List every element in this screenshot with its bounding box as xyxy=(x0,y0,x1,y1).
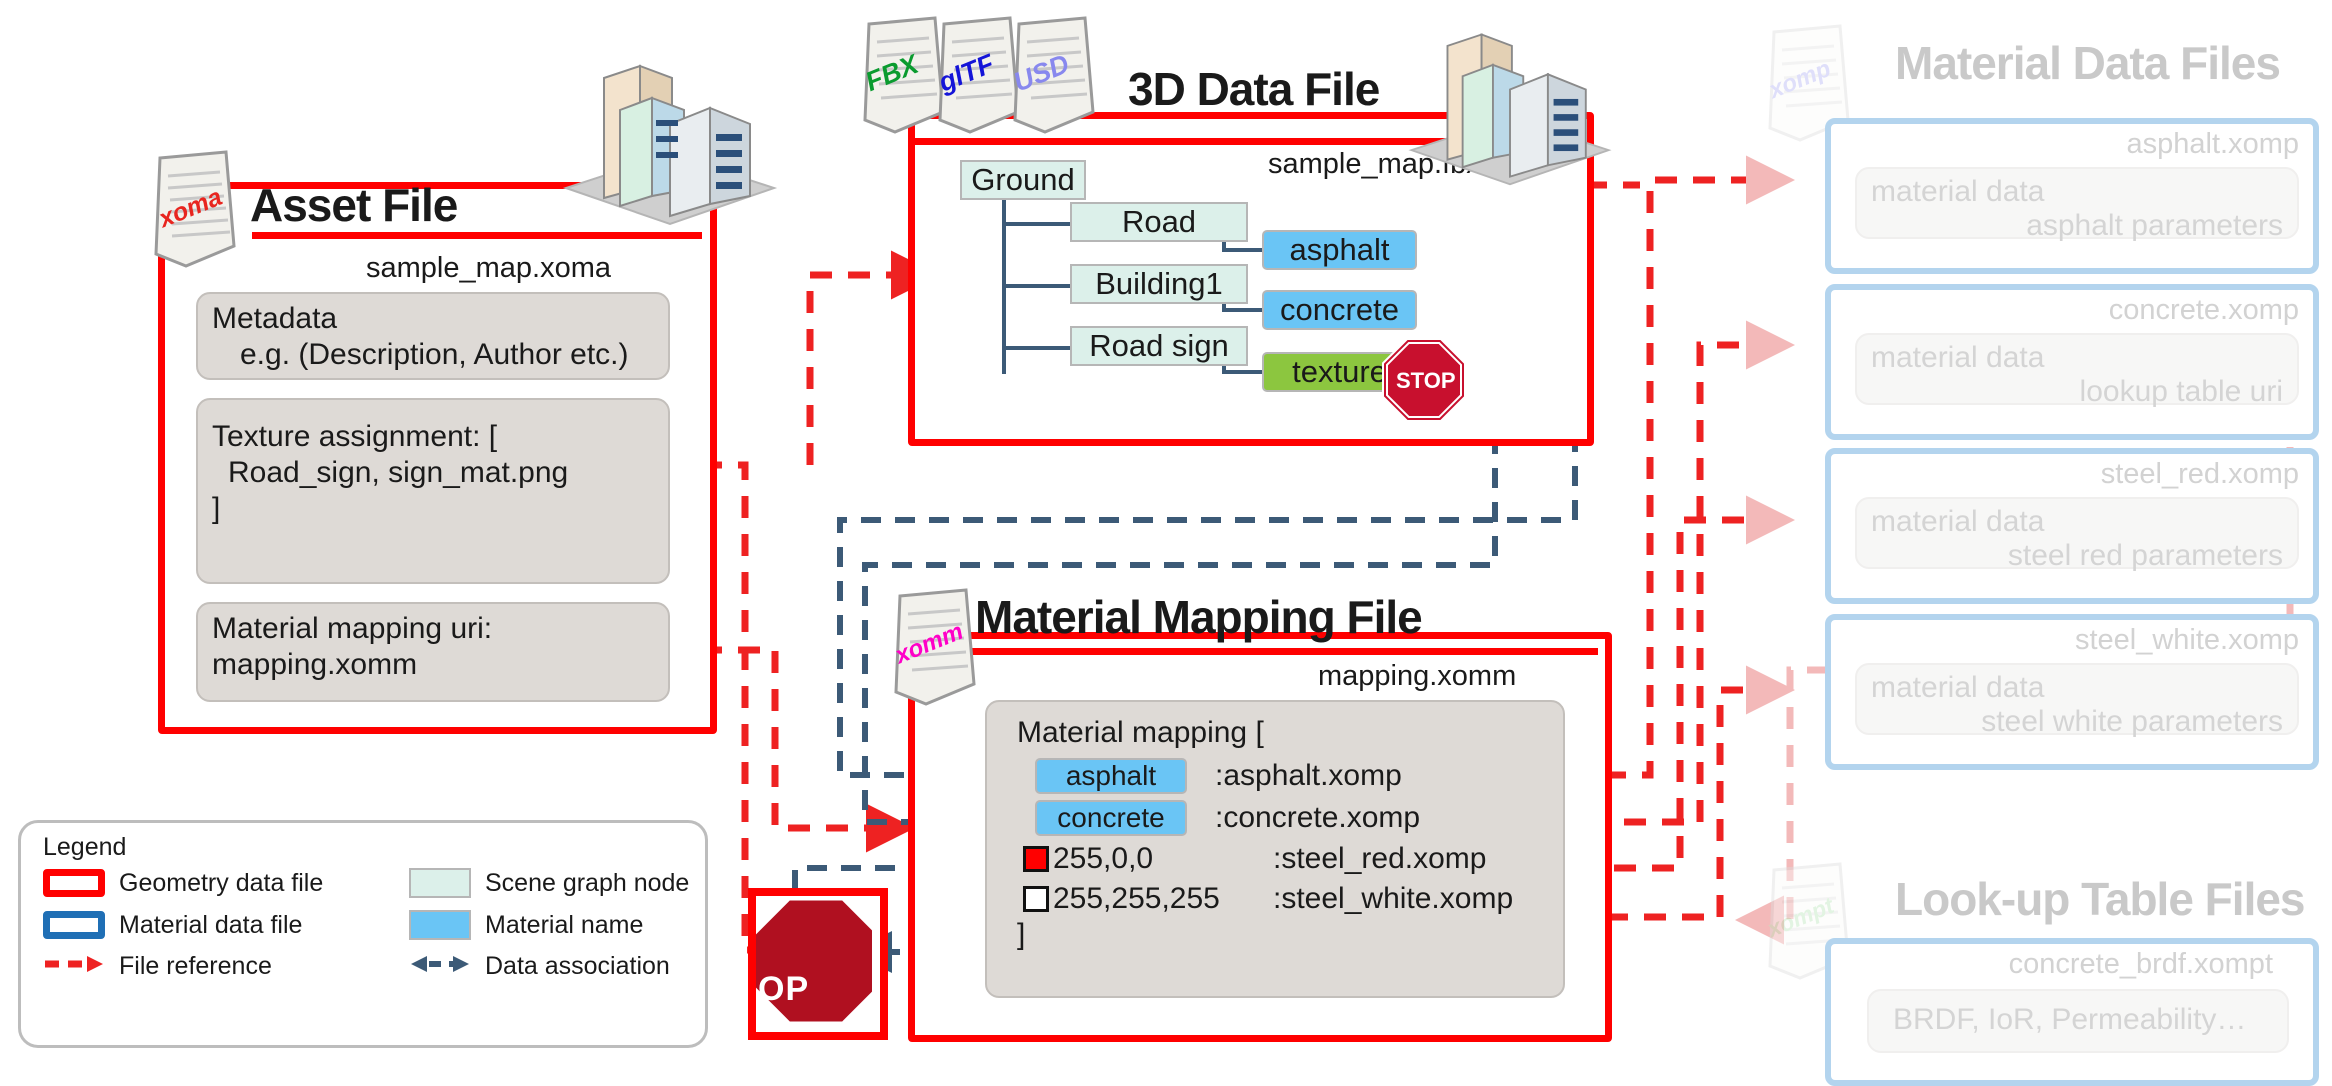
mapping-key-steel-white: 255,255,255 xyxy=(1053,882,1220,915)
city-illustration-datafile xyxy=(1400,8,1620,193)
mapping-list-close: ] xyxy=(1017,918,1026,951)
asset-texture-line2: Road_sign, sign_mat.png xyxy=(228,456,569,489)
ref-asset-to-mappingfile xyxy=(700,646,915,853)
legend-arrow-data-association xyxy=(409,954,471,979)
material-file-steel-red: steel_red.xomp material data steel red p… xyxy=(1825,448,2319,604)
material-data-files-title: Material Data Files xyxy=(1895,37,2281,89)
tree-branch-building xyxy=(1002,284,1070,288)
data-file-title: 3D Data File xyxy=(1128,63,1380,115)
legend-swatch-scene-node xyxy=(409,868,471,898)
scene-material-concrete[interactable]: concrete xyxy=(1262,290,1417,330)
xoma-file-icon: xoma xyxy=(146,150,242,270)
material-file-concrete-line1: material data xyxy=(1871,341,2045,374)
material-file-steel-white-line1: material data xyxy=(1871,671,2045,704)
asset-file-filename: sample_map.xoma xyxy=(366,252,611,284)
asset-texture-line1: Texture assignment: [ xyxy=(212,420,498,453)
tree-branch-roadsign xyxy=(1002,346,1070,350)
scene-node-road[interactable]: Road xyxy=(1070,202,1248,242)
asset-file-title: Asset File xyxy=(250,179,458,231)
legend-label-scene-node: Scene graph node xyxy=(485,868,690,897)
asset-box-mapping-uri: Material mapping uri: mapping.xomm xyxy=(196,602,670,702)
asset-box-metadata: Metadata e.g. (Description, Author etc.) xyxy=(196,292,670,380)
mapping-value-steel-white: steel_white.xomp xyxy=(1281,882,1514,915)
asset-box-texture: Texture assignment: [ Road_sign, sign_ma… xyxy=(196,398,670,584)
asset-metadata-line2: e.g. (Description, Author etc.) xyxy=(240,338,629,371)
asset-mapping-line2: mapping.xomm xyxy=(212,648,418,681)
ref-asset-to-datafile xyxy=(806,250,940,465)
lookup-file-line1: BRDF, IoR, Permeability… xyxy=(1893,1003,2247,1036)
material-file-steel-white-name: steel_white.xomp xyxy=(2074,624,2299,656)
mapping-key-steel-red: 255,0,0 xyxy=(1053,842,1154,875)
scene-node-building1[interactable]: Building1 xyxy=(1070,264,1248,304)
mapping-value-asphalt: asphalt.xomp xyxy=(1223,759,1402,792)
legend-label-geometry: Geometry data file xyxy=(119,868,324,897)
scene-node-ground[interactable]: Ground xyxy=(960,160,1086,200)
legend-label-file-reference: File reference xyxy=(119,952,272,980)
material-file-concrete-name: concrete.xomp xyxy=(2108,294,2299,326)
material-file-concrete-line2: lookup table uri xyxy=(2079,375,2283,408)
mapping-list-open: Material mapping [ xyxy=(1017,716,1264,749)
mapping-sep-concrete: : xyxy=(1215,801,1224,834)
stop-sign-badge: STOP xyxy=(1382,338,1466,427)
material-file-asphalt: asphalt.xomp material data asphalt param… xyxy=(1825,118,2319,274)
material-file-steel-red-line1: material data xyxy=(1871,505,2045,538)
legend-label-data-association: Data association xyxy=(485,952,670,980)
stop-sign-label: STOP xyxy=(1396,368,1456,393)
asset-mapping-line1: Material mapping uri: xyxy=(212,612,493,645)
legend-label-material-name: Material name xyxy=(485,910,644,939)
xomm-file-icon: xomm xyxy=(886,588,982,708)
material-file-steel-white: steel_white.xomp material data steel whi… xyxy=(1825,614,2319,770)
mapping-value-concrete: concrete.xomp xyxy=(1223,801,1421,834)
city-illustration-asset xyxy=(560,38,780,233)
mapping-file-rule xyxy=(962,648,1598,655)
material-file-asphalt-line2: asphalt parameters xyxy=(2026,209,2283,242)
mapping-swatch-steel-red xyxy=(1023,846,1049,872)
legend-arrow-file-reference xyxy=(43,954,105,979)
mapping-file-title: Material Mapping File xyxy=(975,591,1423,643)
mapping-content-box: Material mapping [ asphalt : asphalt.xom… xyxy=(985,700,1565,998)
tree-branch-road xyxy=(1002,222,1070,226)
material-file-asphalt-name: asphalt.xomp xyxy=(2126,128,2300,160)
legend-swatch-material-file xyxy=(43,911,105,939)
mapping-value-steel-red: steel_red.xomp xyxy=(1281,842,1487,875)
mapping-sep-steel-red: : xyxy=(1273,842,1282,875)
mapping-sep-steel-white: : xyxy=(1273,882,1282,915)
usd-file-icon: USD xyxy=(1005,16,1101,136)
legend-title: Legend xyxy=(43,833,127,861)
mapping-key-asphalt[interactable]: asphalt xyxy=(1035,758,1187,794)
material-file-asphalt-line1: material data xyxy=(1871,175,2045,208)
material-file-steel-red-name: steel_red.xomp xyxy=(2100,458,2299,490)
mapping-sep-asphalt: : xyxy=(1215,759,1224,792)
lookup-table-files-title: Look-up Table Files xyxy=(1895,873,2306,925)
material-file-steel-red-line2: steel red parameters xyxy=(2007,539,2283,572)
legend-label-material-file: Material data file xyxy=(119,910,303,939)
legend-swatch-geometry xyxy=(43,869,105,897)
legend-swatch-material-name xyxy=(409,910,471,940)
mapping-file-filename: mapping.xomm xyxy=(1318,660,1517,692)
scene-material-asphalt[interactable]: asphalt xyxy=(1262,230,1417,270)
asset-file-rule xyxy=(252,232,702,239)
mapping-key-concrete[interactable]: concrete xyxy=(1035,800,1187,836)
material-file-concrete: concrete.xomp material data lookup table… xyxy=(1825,284,2319,440)
lookup-file-concrete-brdf: concrete_brdf.xompt BRDF, IoR, Permeabil… xyxy=(1825,938,2319,1086)
mapping-swatch-steel-white xyxy=(1023,886,1049,912)
stop-sign-texture-image: OP xyxy=(748,888,888,1040)
lookup-file-name: concrete_brdf.xompt xyxy=(2008,948,2273,980)
scene-node-road-sign[interactable]: Road sign xyxy=(1070,326,1248,366)
legend-box: Legend Geometry data file Scene graph no… xyxy=(18,820,708,1048)
material-file-steel-white-line2: steel white parameters xyxy=(1981,705,2283,738)
asset-texture-line3: ] xyxy=(212,492,221,525)
asset-metadata-line1: Metadata xyxy=(212,302,338,335)
